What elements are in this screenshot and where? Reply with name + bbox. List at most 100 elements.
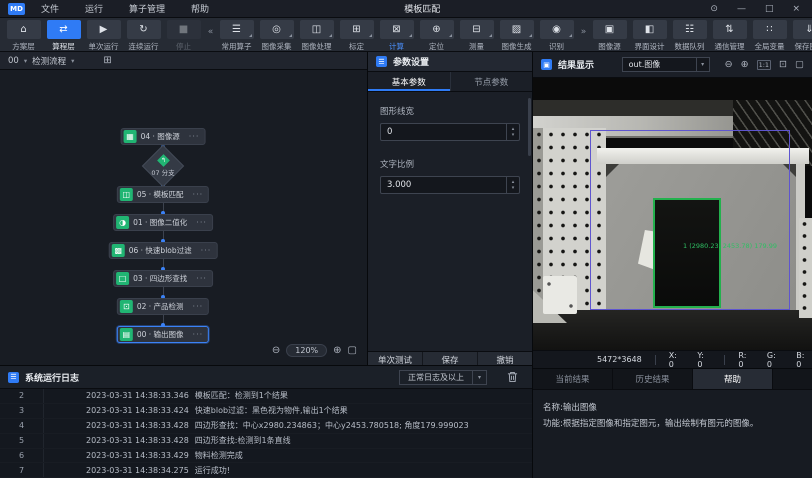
canvas-zoombar: ⊖ 120% ⊕ ▢ [272,344,357,357]
menu-file[interactable]: 文件 [41,2,59,15]
flow-panel: 00 ▾ 检测流程 ▾ ⊞ ▦ 04 · 图像源 ··· ↰ [0,52,368,365]
node-more-icon[interactable]: ··· [193,302,204,311]
node-more-icon[interactable]: ··· [201,246,212,255]
result-image[interactable]: 1 (2980.23, 2453.78) 179.99 [533,78,812,350]
image-acquisition-icon: ◎ [272,24,281,35]
tab-help[interactable]: 帮助 [693,369,773,389]
param-scrollbar[interactable] [528,98,531,156]
flow-index[interactable]: 00 [8,56,19,66]
toolbar-locate[interactable]: ⊕定位 [417,20,456,52]
node-quad-find[interactable]: □ 03 · 四边形查找 ··· [113,270,213,287]
node-more-icon[interactable]: ··· [193,330,204,339]
flow-canvas[interactable]: ▦ 04 · 图像源 ··· ↰ 07 分支 ◫ 05 · 模板匹配 ··· ◑… [0,70,367,365]
theme-icon[interactable]: ⊙ [710,4,718,14]
log-row[interactable]: 42023-03-31 14:38:33.428四边形查找：中心x2980.23… [0,419,532,434]
toolbar-scheme-layer[interactable]: ⌂方案层 [4,20,43,52]
log-row[interactable]: 32023-03-31 14:38:33.424快速blob过滤：黑色视为物件,… [0,404,532,419]
node-output-image[interactable]: ▤ 00 · 输出图像 ··· [117,326,209,343]
fit-canvas-icon[interactable]: ▢ [348,345,357,356]
toolbar-save-image[interactable]: ⇓保存图像 [790,20,812,52]
log-panel-icon: ☰ [8,372,19,383]
toolbar-calibration[interactable]: ⊞标定 [337,20,376,52]
fit-view-icon[interactable]: ⊡ [779,59,787,70]
add-flow-icon[interactable]: ⊞ [103,55,111,66]
result-source-dropdown[interactable]: out.图像 ▾ [622,57,710,72]
pixel-g: G: 0 [767,351,783,369]
bottom-tabs: 当前结果 历史结果 帮助 [533,369,812,390]
clear-log-trash-icon[interactable] [507,371,518,383]
toolbar-ui-design[interactable]: ◧界面设计 [630,20,669,52]
toolbar-collapse[interactable]: « [204,20,217,43]
toolbar-run-continuous[interactable]: ↻连续运行 [124,20,163,52]
zoom-out-icon[interactable]: ⊖ [272,345,280,356]
toolbar-recognition[interactable]: ◉识别 [537,20,576,52]
zoom-in-icon[interactable]: ⊕ [333,345,341,356]
node-blob-filter[interactable]: ▩ 06 · 快速blob过滤 ··· [109,242,218,259]
node-more-icon[interactable]: ··· [189,132,200,141]
toolbar-image-generation[interactable]: ▨图像生成 [497,20,536,52]
one-to-one-icon[interactable]: 1:1 [757,60,771,70]
communication-icon: ⇅ [725,24,733,35]
line-width-stepper[interactable]: ▴▾ [506,124,519,140]
toolbar-common-operators[interactable]: ☰常用算子 [217,20,256,52]
param-header: ☰ 参数设置 [368,52,532,72]
toolbar-calculate[interactable]: ⊠计算 [377,20,416,52]
log-level-dropdown[interactable]: 正常日志及以上 ▾ [399,370,487,385]
help-name: 名称:输出图像 [543,400,802,416]
node-more-icon[interactable]: ··· [193,190,204,199]
toolbar-image-processing[interactable]: ◫图像处理 [297,20,336,52]
result-panel-icon: ▣ [541,59,552,70]
toolbar-run-once[interactable]: ▶单次运行 [84,20,123,52]
node-more-icon[interactable]: ··· [196,218,207,227]
toolbar-image-acquisition[interactable]: ◎图像采集 [257,20,296,52]
roi-outline-rect [590,130,790,310]
zoom-level[interactable]: 120% [286,344,327,357]
line-width-label: 图形线宽 [380,105,520,117]
image-generation-icon: ▨ [512,24,521,35]
zoom-in-icon[interactable]: ⊕ [741,59,749,70]
node-more-icon[interactable]: ··· [196,274,207,283]
toolbar-image-source[interactable]: ▣图像源 [590,20,629,52]
app-window: MD 文件 运行 算子管理 帮助 模板匹配 ⊙ — □ × ⌂方案层 ⇄算程层 … [0,0,812,478]
text-scale-stepper[interactable]: ▴▾ [506,177,519,193]
toolbar-data-queue[interactable]: ☷数据队列 [670,20,709,52]
line-width-field[interactable]: 0 ▴▾ [380,123,520,141]
tab-current-result[interactable]: 当前结果 [533,369,613,389]
text-scale-field[interactable]: 3.000 ▴▾ [380,176,520,194]
save-image-icon: ⇓ [805,24,812,35]
maximize-icon[interactable]: □ [765,4,774,14]
tab-basic-params[interactable]: 基本参数 [368,72,450,91]
toolbar-communication[interactable]: ⇅通信管理 [710,20,749,52]
node-binarization[interactable]: ◑ 01 · 图像二值化 ··· [113,214,213,231]
node-product-detect[interactable]: ⊡ 02 · 产品检测 ··· [117,298,209,315]
fullscreen-icon[interactable]: ▢ [795,59,804,70]
toolbar-measure[interactable]: ⊟测量 [457,20,496,52]
log-row[interactable]: 62023-03-31 14:38:33.429物料检测完成 [0,449,532,464]
close-icon[interactable]: × [792,4,800,14]
toolbar-process-layer[interactable]: ⇄算程层 [44,20,83,52]
log-row[interactable]: 22023-03-31 14:38:33.346模板匹配：检测到1个结果 [0,389,532,404]
spinner-down-icon: ▾ [512,185,515,191]
output-image-node-icon: ▤ [120,328,133,341]
toolbar-global-variables[interactable]: ∷全局变量 [750,20,789,52]
run-once-icon: ▶ [100,24,108,35]
tab-node-params[interactable]: 节点参数 [450,72,533,91]
node-template-match[interactable]: ◫ 05 · 模板匹配 ··· [117,186,209,203]
minimize-icon[interactable]: — [737,4,746,14]
log-row[interactable]: 72023-03-31 14:38:34.275运行成功! [0,463,532,478]
zoom-out-icon[interactable]: ⊖ [725,59,733,70]
binarization-node-icon: ◑ [116,216,129,229]
menu-help[interactable]: 帮助 [191,2,209,15]
toolbar-expand[interactable]: » [577,20,590,43]
flow-name-caret-icon: ▾ [71,57,74,65]
param-title: 参数设置 [393,55,429,68]
flow-name[interactable]: 检测流程 [32,55,66,67]
menu-operator-manage[interactable]: 算子管理 [129,2,165,15]
log-row[interactable]: 52023-03-31 14:38:33.428四边形查找:检测到1条直线 [0,434,532,449]
node-image-source[interactable]: ▦ 04 · 图像源 ··· [121,128,206,145]
menu-run[interactable]: 运行 [85,2,103,15]
node-branch[interactable]: ↰ 07 分支 [143,146,183,186]
template-match-node-icon: ◫ [120,188,133,201]
window-controls: ⊙ — □ × [710,4,812,14]
tab-history-result[interactable]: 历史结果 [613,369,693,389]
